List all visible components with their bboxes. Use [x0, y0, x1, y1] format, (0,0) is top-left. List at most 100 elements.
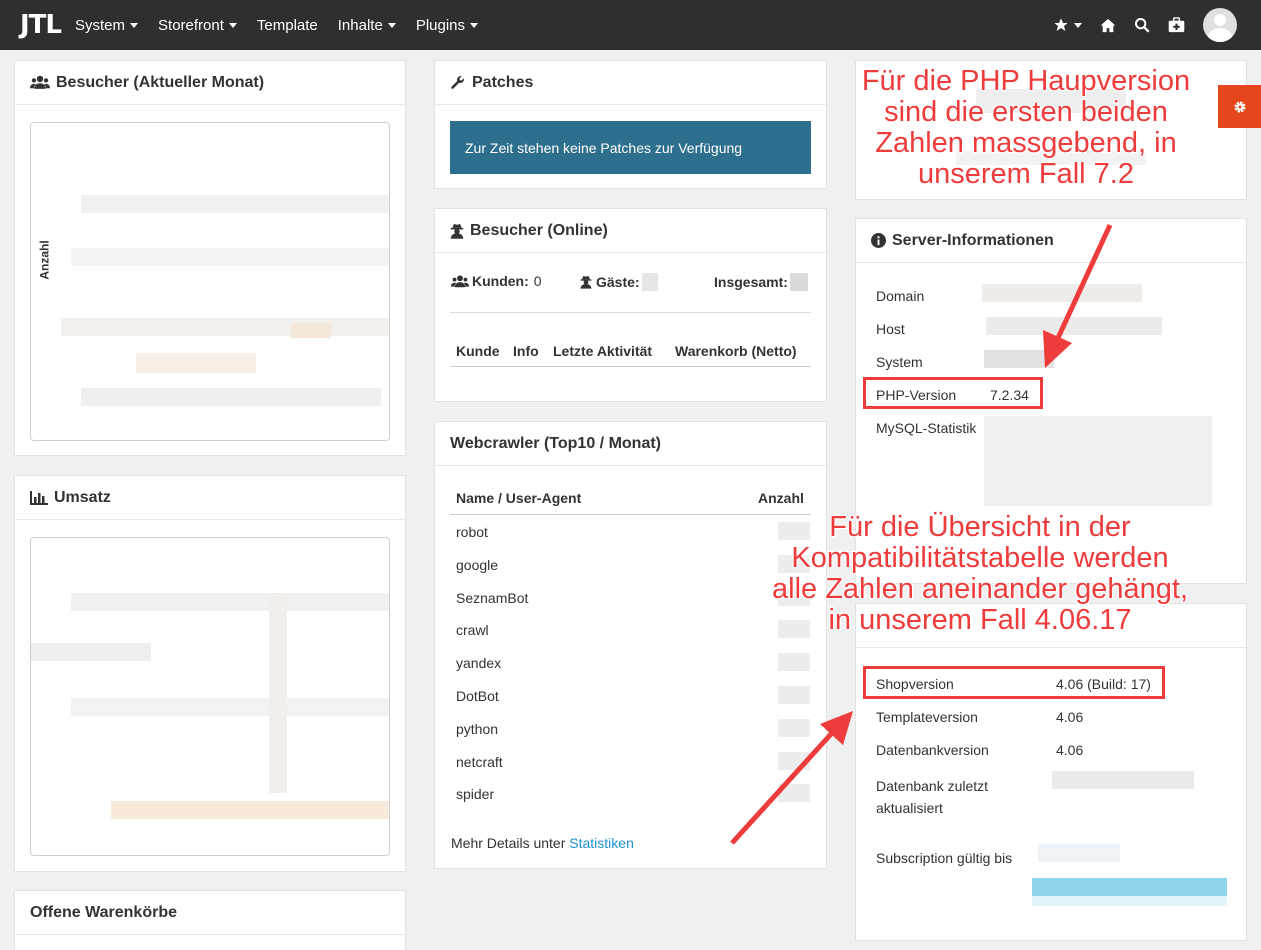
search-button[interactable]: [1134, 17, 1150, 33]
statistics-link[interactable]: Statistiken: [569, 835, 634, 851]
chart-blur: [81, 388, 381, 406]
caret-down-icon: [387, 22, 396, 28]
host-label: Host: [876, 321, 905, 337]
php-annotation-line1: Für die PHP Haupversion: [861, 65, 1191, 97]
php-annotation-line4: unserem Fall 7.2: [918, 158, 1134, 190]
templateversion-label: Templateversion: [876, 709, 978, 725]
table-row: DotBot: [456, 688, 499, 704]
menu-storefront[interactable]: Storefront: [158, 17, 237, 34]
avatar[interactable]: [1203, 8, 1237, 42]
system-label: System: [876, 354, 923, 370]
patches-title: Patches: [472, 73, 534, 91]
caret-down-icon: [130, 22, 139, 28]
jtl-logo[interactable]: JTL: [20, 10, 62, 40]
favorites-button[interactable]: [1053, 17, 1082, 33]
table-header-divider: [450, 366, 811, 367]
customers-stat: Kunden: 0: [451, 273, 542, 289]
star-icon: [1054, 18, 1068, 31]
guests-stat: Gäste:: [580, 273, 658, 291]
shopversion-highlight: [863, 666, 1165, 699]
dbupdated-value-blur: [1052, 771, 1194, 789]
menu-inhalte-label: Inhalte: [337, 16, 383, 34]
more-details-prefix: Mehr Details unter: [451, 835, 566, 851]
php-version-highlight: [863, 377, 1043, 409]
chart-blur: [111, 801, 389, 819]
table-row: SeznamBot: [456, 589, 529, 606]
chart-blur: [136, 353, 256, 373]
guests-value-blur: [641, 273, 658, 291]
server-info-title: Server-Informationen: [892, 231, 1054, 249]
count-value-blur: [778, 686, 810, 704]
menu-plugins[interactable]: Plugins: [415, 16, 479, 34]
dbversion-value: 4.06: [1056, 742, 1084, 758]
chart-blur: [61, 318, 389, 336]
total-stat: Insgesamt:: [714, 273, 808, 291]
chart-blur: [71, 698, 389, 716]
menu-storefront-label: Storefront: [158, 16, 224, 34]
top-navbar: JTL System Storefront Template Inhalte P…: [0, 0, 1261, 50]
settings-tab[interactable]: [1218, 85, 1261, 128]
total-value-blur: [789, 273, 808, 291]
navbar-icons: [1053, 0, 1261, 50]
dbupdated-label-line2: aktualisiert: [876, 800, 943, 816]
chart-blur: [291, 323, 331, 338]
subscription-value-blur: [1038, 844, 1120, 862]
col-count: Anzahl: [758, 490, 804, 506]
menu-inhalte[interactable]: Inhalte: [338, 17, 396, 34]
compat-annotation-line1: Für die Übersicht in der: [829, 511, 1131, 543]
table-row: robot: [456, 524, 488, 540]
open-carts-title: Offene Warenkörbe: [30, 903, 177, 921]
mysql-stats-label: MySQL-Statistik: [876, 420, 977, 436]
guests-label: Gäste:: [596, 274, 640, 290]
col-kunde: Kunde: [456, 343, 500, 359]
php-annotation-line3: Zahlen massgebend, in: [875, 127, 1177, 159]
visitors-online-card: Besucher (Online) Kunden: 0 Gäste: Insge…: [434, 208, 827, 402]
visitors-month-title: Besucher (Aktueller Monat): [56, 73, 265, 91]
table-row: crawl: [456, 622, 489, 639]
webcrawler-title: Webcrawler (Top10 / Monat): [450, 434, 661, 452]
visitors-month-header: Besucher (Aktueller Monat): [15, 61, 405, 105]
chart-blur: [31, 643, 151, 661]
subscription-bar-blur: [1032, 878, 1227, 906]
dbversion-label: Datenbankversion: [876, 742, 989, 758]
domain-value-blur: [982, 284, 1142, 302]
home-button[interactable]: [1100, 18, 1116, 33]
revenue-card: Umsatz: [14, 475, 406, 872]
divider: [450, 312, 811, 313]
first-aid-icon: [1168, 17, 1185, 33]
no-patches-alert: Zur Zeit stehen keine Patches zur Verfüg…: [450, 121, 811, 174]
menu-system-label: System: [75, 16, 126, 34]
host-value-blur: [986, 317, 1162, 335]
caret-down-icon: [228, 22, 237, 28]
user-secret-icon: [450, 223, 464, 239]
gear-icon: [1233, 100, 1246, 113]
chart-blur: [81, 195, 389, 213]
revenue-chart: [30, 537, 390, 856]
patches-header: Patches: [435, 61, 826, 105]
visitors-chart: Anzahl: [30, 122, 390, 441]
col-name-user-agent: Name / User-Agent: [456, 490, 582, 506]
home-icon: [1100, 18, 1116, 32]
menu-system[interactable]: System: [75, 16, 139, 34]
caret-down-icon: [470, 22, 479, 28]
menu-template[interactable]: Template: [257, 17, 318, 34]
menu-template-label: Template: [256, 16, 318, 34]
bar-chart-icon: [30, 490, 48, 505]
chart-y-label: Anzahl: [37, 240, 52, 280]
templateversion-value: 4.06: [1056, 709, 1084, 725]
mysql-stats-blur: [984, 416, 1212, 506]
open-carts-card: Offene Warenkörbe: [14, 890, 406, 950]
user-secret-icon: [580, 276, 592, 289]
caret-down-icon: [1074, 22, 1082, 28]
table-row: google: [456, 556, 499, 573]
help-button[interactable]: [1168, 17, 1185, 33]
php-annotation: Für die PHP Haupversion sind die ersten …: [836, 66, 1216, 190]
open-carts-header: Offene Warenkörbe: [15, 891, 405, 935]
domain-label: Domain: [876, 288, 925, 304]
webcrawler-header: Webcrawler (Top10 / Monat): [435, 422, 826, 466]
dbupdated-label-line1: Datenbank zuletzt: [876, 778, 989, 794]
customers-value: 0: [533, 273, 542, 289]
count-value-blur: [778, 784, 810, 803]
menu-plugins-label: Plugins: [415, 16, 466, 34]
customers-label: Kunden:: [472, 273, 529, 289]
